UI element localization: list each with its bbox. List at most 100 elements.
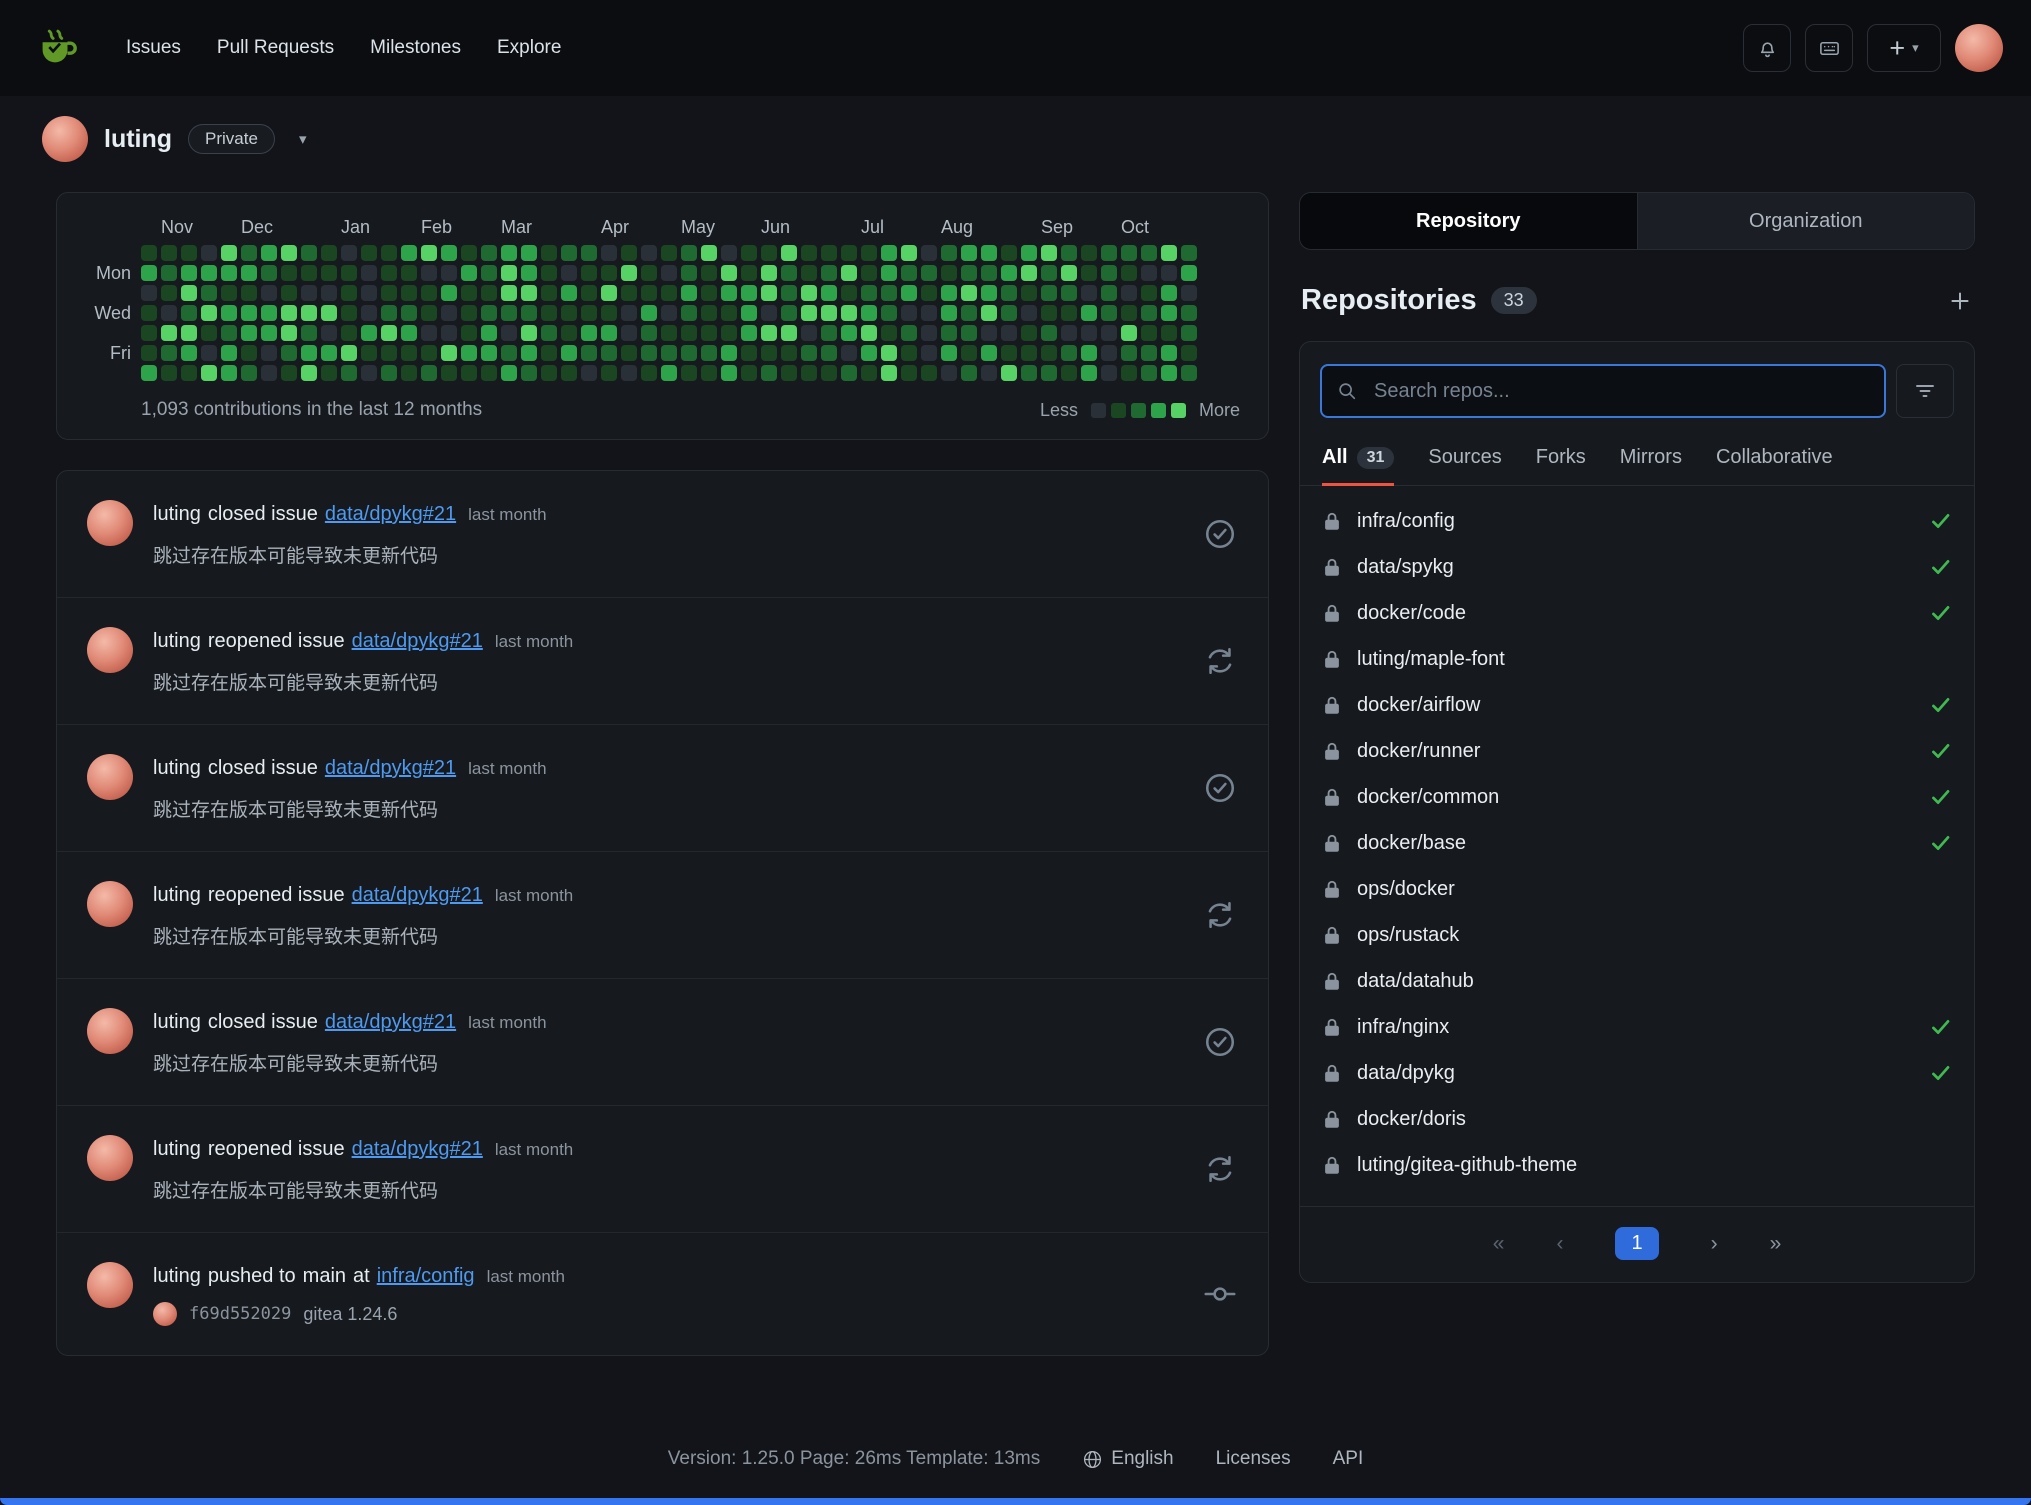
pagination-prev[interactable]: ‹ — [1556, 1232, 1563, 1256]
event-link[interactable]: data/dpykg#21 — [352, 630, 483, 653]
heatmap-cell — [461, 345, 477, 361]
actor-name[interactable]: luting — [153, 757, 201, 780]
repo-filter-tab-forks[interactable]: Forks — [1536, 446, 1586, 486]
nav-link-explore[interactable]: Explore — [479, 27, 579, 69]
heatmap-cell — [1001, 325, 1017, 341]
actor-name[interactable]: luting — [153, 630, 201, 653]
repo-filter-tab-sources[interactable]: Sources — [1428, 446, 1501, 486]
heatmap-cell — [161, 305, 177, 321]
heatmap-cell — [201, 365, 217, 381]
event-avatar[interactable] — [87, 1262, 133, 1308]
actor-name[interactable]: luting — [153, 503, 201, 526]
pagination-last[interactable]: » — [1770, 1232, 1782, 1256]
heatmap-cell — [161, 365, 177, 381]
search-repos-input[interactable] — [1320, 364, 1886, 418]
create-new-button[interactable]: + ▾ — [1867, 24, 1941, 72]
heatmap-cell — [1101, 365, 1117, 381]
heatmap-cell — [781, 325, 797, 341]
repo-list-item[interactable]: docker/base — [1322, 820, 1952, 866]
repo-list-item[interactable]: docker/doris — [1322, 1096, 1952, 1142]
repo-filter-tab-all[interactable]: All 31 — [1322, 446, 1394, 486]
event-avatar[interactable] — [87, 1135, 133, 1181]
repo-list-item[interactable]: ops/docker — [1322, 866, 1952, 912]
gitea-logo[interactable] — [28, 20, 84, 76]
event-link[interactable]: data/dpykg#21 — [352, 1138, 483, 1161]
event-avatar[interactable] — [87, 627, 133, 673]
actor-name[interactable]: luting — [153, 884, 201, 907]
heatmap-cell — [521, 325, 537, 341]
event-link[interactable]: data/dpykg#21 — [325, 503, 456, 526]
repositories-column: Repository Organization Repositories 33 — [1299, 192, 1975, 1283]
heatmap-cell — [641, 325, 657, 341]
repo-list-item[interactable]: infra/nginx — [1322, 1004, 1952, 1050]
heatmap-cell — [161, 345, 177, 361]
repo-filter-tab-collaborative[interactable]: Collaborative — [1716, 446, 1833, 486]
heatmap-cell — [1041, 245, 1057, 261]
event-link[interactable]: data/dpykg#21 — [352, 884, 483, 907]
nav-link-milestones[interactable]: Milestones — [352, 27, 479, 69]
nav-link-pull-requests[interactable]: Pull Requests — [199, 27, 352, 69]
event-link[interactable]: infra/config — [377, 1265, 475, 1288]
pagination-next[interactable]: › — [1711, 1232, 1718, 1256]
heatmap-cell — [641, 285, 657, 301]
keyboard-shortcuts-button[interactable] — [1805, 24, 1853, 72]
actor-name[interactable]: luting — [153, 1011, 201, 1034]
event-avatar[interactable] — [87, 500, 133, 546]
repo-list-item[interactable]: data/datahub — [1322, 958, 1952, 1004]
check-icon — [1930, 832, 1952, 854]
repo-list-item[interactable]: luting/maple-font — [1322, 636, 1952, 682]
heatmap-cell — [1101, 245, 1117, 261]
heatmap-cell — [401, 365, 417, 381]
heatmap-cell — [441, 245, 457, 261]
repo-list-item[interactable]: infra/config — [1322, 498, 1952, 544]
repo-filter-tab-mirrors[interactable]: Mirrors — [1620, 446, 1682, 486]
heatmap-cell — [921, 305, 937, 321]
event-headline: luting reopened issue data/dpykg#21 last… — [153, 884, 1182, 907]
repo-list-item[interactable]: data/dpykg — [1322, 1050, 1952, 1096]
commit-hash[interactable]: f69d552029 — [189, 1304, 291, 1324]
repo-list-item[interactable]: docker/runner — [1322, 728, 1952, 774]
heatmap-cell — [581, 325, 597, 341]
notifications-button[interactable] — [1743, 24, 1791, 72]
heatmap-cell — [781, 365, 797, 381]
repo-list-item[interactable]: data/spykg — [1322, 544, 1952, 590]
profile-username[interactable]: luting — [104, 125, 172, 154]
profile-avatar[interactable] — [42, 116, 88, 162]
event-avatar[interactable] — [87, 754, 133, 800]
heatmap-cell — [361, 325, 377, 341]
event-avatar[interactable] — [87, 1008, 133, 1054]
heatmap-cell — [461, 245, 477, 261]
event-link[interactable]: data/dpykg#21 — [325, 1011, 456, 1034]
heatmap-cell — [701, 245, 717, 261]
language-selector[interactable]: English — [1082, 1448, 1173, 1470]
heatmap-cell — [621, 285, 637, 301]
actor-name[interactable]: luting — [153, 1138, 201, 1161]
nav-link-issues[interactable]: Issues — [108, 27, 199, 69]
repo-list-item[interactable]: docker/code — [1322, 590, 1952, 636]
api-link[interactable]: API — [1333, 1448, 1364, 1470]
heatmap-cell — [221, 285, 237, 301]
licenses-link[interactable]: Licenses — [1216, 1448, 1291, 1470]
profile-dropdown-caret[interactable]: ▾ — [291, 126, 315, 152]
pagination-current[interactable]: 1 — [1615, 1227, 1658, 1260]
actor-name[interactable]: luting — [153, 1265, 201, 1288]
event-link[interactable]: data/dpykg#21 — [325, 757, 456, 780]
repo-list-item[interactable]: ops/rustack — [1322, 912, 1952, 958]
heatmap-cell — [1161, 265, 1177, 281]
new-repository-button[interactable] — [1947, 288, 1973, 314]
repo-list-item[interactable]: docker/common — [1322, 774, 1952, 820]
pagination-first[interactable]: « — [1493, 1232, 1505, 1256]
user-avatar[interactable] — [1955, 24, 2003, 72]
navbar: IssuesPull RequestsMilestonesExplore + ▾ — [0, 0, 2031, 96]
tab-organization[interactable]: Organization — [1637, 193, 1975, 249]
event-time: last month — [468, 1013, 546, 1033]
tab-repository[interactable]: Repository — [1300, 193, 1637, 249]
heatmap-cell — [1121, 285, 1137, 301]
repo-list-item[interactable]: docker/airflow — [1322, 682, 1952, 728]
repo-list-item[interactable]: luting/gitea-github-theme — [1322, 1142, 1952, 1188]
heatmap-cell — [721, 285, 737, 301]
heatmap-cell — [661, 265, 677, 281]
commit-message: gitea 1.24.6 — [303, 1304, 397, 1325]
event-avatar[interactable] — [87, 881, 133, 927]
repo-filter-button[interactable] — [1896, 364, 1954, 418]
